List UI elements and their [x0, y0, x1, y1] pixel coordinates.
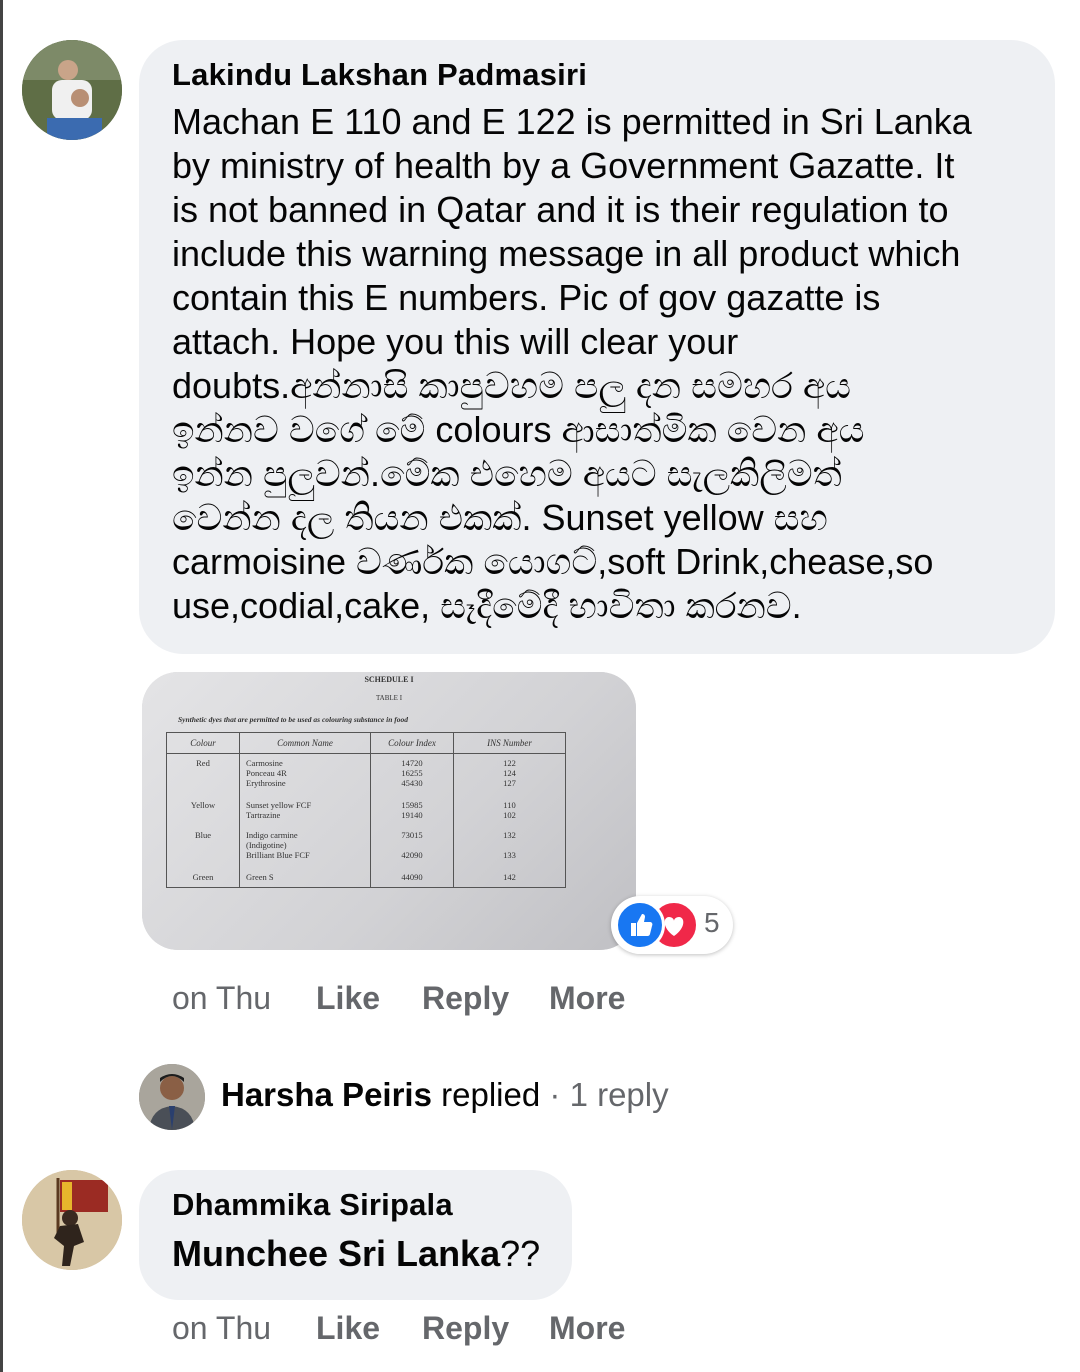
colour-index: 19140: [401, 810, 423, 821]
ins-number: 122: [503, 758, 516, 768]
colour-index: 73015: [401, 829, 423, 840]
ins-number: 142: [503, 871, 516, 882]
table-row: Blue Indigo carmine (Indigotine) Brillia…: [166, 827, 566, 870]
dye-name: Ponceau 4R: [246, 768, 287, 778]
cell-index: 14720 16255 45430: [370, 753, 454, 799]
dye-name: (Indigotine): [246, 839, 287, 850]
comment-text: Munchee Sri Lanka??: [172, 1230, 572, 1278]
cell-names: Carmosine Ponceau 4R Erythrosine: [239, 753, 371, 799]
reaction-summary[interactable]: 5: [611, 896, 733, 954]
table-row: Red Carmosine Ponceau 4R Erythrosine 147…: [166, 753, 566, 799]
cell-names: Sunset yellow FCF Tartrazine: [239, 798, 371, 828]
replies-link[interactable]: Harsha Peiris replied · 1 reply: [221, 1076, 669, 1114]
comment-line: use,codial,cake, සෑදීමේදී භාවිතා කරනව.: [172, 585, 802, 626]
more-button[interactable]: More: [549, 1310, 625, 1347]
colour-index: 42090: [401, 849, 423, 860]
dye-name: Brilliant Blue FCF: [246, 849, 310, 860]
reaction-count: 5: [704, 907, 720, 938]
attached-photo[interactable]: SCHEDULE I TABLE I Synthetic dyes that a…: [142, 672, 636, 950]
comment-actions: on Thu Like Reply More: [172, 980, 672, 1020]
comment-line: doubts.අන්නාසි කාපුවහම පලු දන සමහර අය: [172, 365, 851, 406]
commenter-avatar[interactable]: [22, 40, 122, 140]
table-row: Green Green S 44090 142: [166, 869, 566, 888]
comment-line: contain this E numbers. Pic of gov gazat…: [172, 277, 881, 318]
cell-ins: 122 124 127: [453, 753, 566, 799]
cell-index: 44090: [370, 869, 454, 888]
commenter-avatar[interactable]: [22, 1170, 122, 1270]
cell-index: 73015 42090: [370, 827, 454, 870]
cell-names: Indigo carmine (Indigotine) Brilliant Bl…: [239, 827, 371, 870]
comment-line: attach. Hope you this will clear your: [172, 321, 739, 362]
col-header: Common Name: [239, 732, 371, 754]
comment-bubble: Dhammika Siripala Munchee Sri Lanka??: [139, 1170, 572, 1300]
colour-index: [377, 840, 447, 850]
replier-name: Harsha Peiris: [221, 1076, 432, 1113]
cell-colour: Blue: [166, 827, 240, 870]
comment-line: Machan E 110 and E 122 is permitted in S…: [172, 101, 972, 142]
like-reaction-icon: [615, 900, 665, 950]
comment-bubble: Lakindu Lakshan Padmasiri Machan E 110 a…: [139, 40, 1055, 654]
photo-document: SCHEDULE I TABLE I Synthetic dyes that a…: [142, 672, 636, 950]
cell-colour: Red: [166, 753, 240, 799]
cell-ins: 110 102: [453, 798, 566, 828]
comment-text-main: Munchee Sri Lanka: [172, 1233, 501, 1274]
reply-count: 1 reply: [569, 1076, 669, 1113]
col-header: INS Number: [453, 732, 566, 754]
comment-author[interactable]: Dhammika Siripala: [172, 1186, 572, 1224]
cell-ins: 132 133: [453, 827, 566, 870]
comment-line: include this warning message in all prod…: [172, 233, 961, 274]
comment-timestamp[interactable]: on Thu: [172, 1310, 271, 1347]
cell-names: Green S: [239, 869, 371, 888]
comment-line: වෙන්න දල තියන එකක්. Sunset yellow සහ: [172, 497, 828, 538]
comment-line: ඉන්නව වගේ මේ colours ආසාත්මික වෙන අය: [172, 409, 865, 450]
comment-text-suffix: ??: [500, 1233, 541, 1274]
like-button[interactable]: Like: [316, 980, 380, 1017]
dye-name: Carmosine: [246, 758, 283, 768]
dye-name: Tartrazine: [246, 810, 281, 821]
comment-line: is not banned in Qatar and it is their r…: [172, 189, 949, 230]
ins-number: 132: [503, 829, 516, 840]
colour-index: 45430: [401, 778, 423, 788]
dye-table: Colour Common Name Colour Index INS Numb…: [166, 732, 566, 888]
comment-text: Machan E 110 and E 122 is permitted in S…: [172, 100, 1055, 628]
colour-index: 44090: [401, 871, 423, 882]
comment-timestamp[interactable]: on Thu: [172, 980, 271, 1017]
col-header: Colour: [166, 732, 240, 754]
cell-colour: Yellow: [166, 798, 240, 828]
ins-number: 133: [503, 849, 516, 860]
dye-name: Green S: [246, 871, 274, 882]
table-heading: TABLE I: [375, 694, 403, 702]
cell-index: 15985 19140: [370, 798, 454, 828]
col-header: Colour Index: [370, 732, 454, 754]
like-button[interactable]: Like: [316, 1310, 380, 1347]
separator-dot: ·: [549, 1076, 561, 1113]
reply-button[interactable]: Reply: [422, 980, 509, 1017]
comment-line: ඉන්න පුලුවන්.මේක එහෙම අයට සැලකිලිමත්: [172, 453, 842, 494]
dye-name: Erythrosine: [246, 778, 286, 788]
comment-author[interactable]: Lakindu Lakshan Padmasiri: [172, 56, 1055, 94]
ins-number: 102: [503, 810, 516, 821]
comment-line: by ministry of health by a Government Ga…: [172, 145, 955, 186]
thread-left-border: [0, 0, 3, 1372]
colour-index: 14720: [401, 758, 423, 768]
replied-label: replied: [441, 1076, 541, 1113]
ins-number: 110: [503, 800, 516, 811]
reply-button[interactable]: Reply: [422, 1310, 509, 1347]
ins-number: [460, 840, 559, 850]
replier-avatar[interactable]: [139, 1064, 205, 1130]
comment-actions: on Thu Like Reply More: [172, 1310, 672, 1350]
cell-ins: 142: [453, 869, 566, 888]
dye-name: Indigo carmine: [246, 829, 298, 840]
ins-number: 127: [503, 778, 516, 788]
table-caption: Synthetic dyes that are permitted to be …: [178, 715, 409, 724]
schedule-heading: SCHEDULE I: [364, 675, 414, 684]
colour-index: 15985: [401, 800, 423, 811]
colour-index: 16255: [401, 768, 423, 778]
more-button[interactable]: More: [549, 980, 625, 1017]
dye-name: Sunset yellow FCF: [246, 800, 312, 811]
table-row: Yellow Sunset yellow FCF Tartrazine 1598…: [166, 798, 566, 828]
cell-colour: Green: [166, 869, 240, 888]
comment-line: carmoisine වර්ණක යොගට්,soft Drink,chease…: [172, 541, 934, 582]
ins-number: 124: [503, 768, 516, 778]
